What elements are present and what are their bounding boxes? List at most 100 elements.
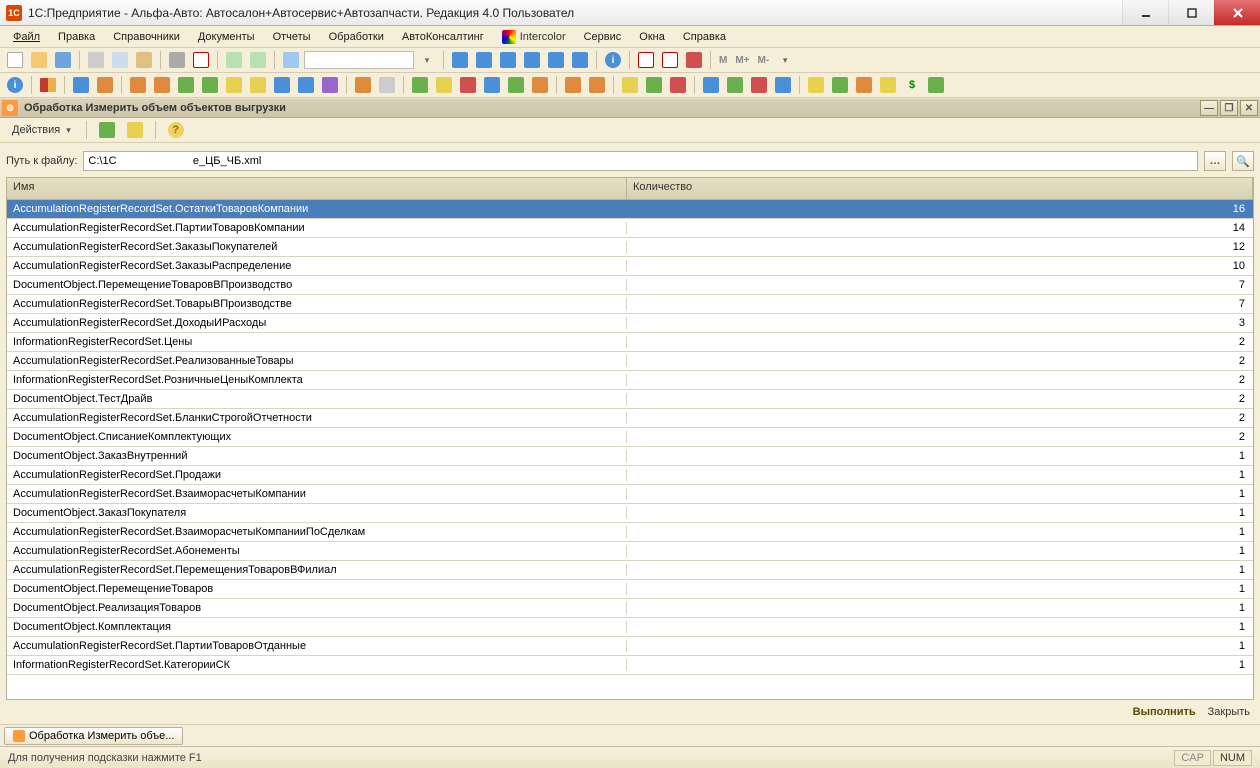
tb2-f4[interactable]	[877, 75, 899, 95]
col-name[interactable]: Имя	[7, 178, 627, 199]
menu-windows[interactable]: Окна	[630, 28, 674, 46]
table-row[interactable]: InformationRegisterRecordSet.КатегорииСК…	[7, 656, 1253, 675]
table-row[interactable]: InformationRegisterRecordSet.Цены2	[7, 333, 1253, 352]
table-row[interactable]: InformationRegisterRecordSet.РозничныеЦе…	[7, 371, 1253, 390]
tb2-book[interactable]	[37, 75, 59, 95]
table-row[interactable]: AccumulationRegisterRecordSet.Реализован…	[7, 352, 1253, 371]
tb-cal3[interactable]	[683, 50, 705, 70]
tb-find[interactable]	[280, 50, 302, 70]
tb2-a4[interactable]	[199, 75, 221, 95]
tb-cut[interactable]	[85, 50, 107, 70]
menu-help[interactable]: Справка	[674, 28, 735, 46]
sub-restore[interactable]: ❐	[1220, 100, 1238, 116]
menu-file[interactable]: Файл	[4, 28, 49, 46]
tb2-b6[interactable]	[529, 75, 551, 95]
table-row[interactable]: AccumulationRegisterRecordSet.Взаиморасч…	[7, 523, 1253, 542]
tb2-u1[interactable]	[70, 75, 92, 95]
table-row[interactable]: AccumulationRegisterRecordSet.ЗаказыРасп…	[7, 257, 1253, 276]
tb-cal2[interactable]	[659, 50, 681, 70]
actions-menu[interactable]: Действия	[6, 122, 77, 138]
table-row[interactable]: AccumulationRegisterRecordSet.ТоварыВПро…	[7, 295, 1253, 314]
table-row[interactable]: AccumulationRegisterRecordSet.Взаиморасч…	[7, 485, 1253, 504]
act-help[interactable]: ?	[165, 120, 187, 140]
tb-undo[interactable]	[223, 50, 245, 70]
task-tab[interactable]: Обработка Измерить объе...	[4, 727, 183, 745]
act-b1[interactable]	[96, 120, 118, 140]
tb2-e3[interactable]	[748, 75, 770, 95]
tb-dd2[interactable]: ▾	[774, 50, 796, 70]
menu-intercolor[interactable]: Intercolor	[493, 27, 575, 47]
close-button[interactable]	[1214, 0, 1260, 25]
tb2-a5[interactable]	[223, 75, 245, 95]
table-row[interactable]: DocumentObject.ЗаказВнутренний1	[7, 447, 1253, 466]
tb-g4[interactable]	[521, 50, 543, 70]
table-row[interactable]: AccumulationRegisterRecordSet.ЗаказыПоку…	[7, 238, 1253, 257]
tb2-a6[interactable]	[247, 75, 269, 95]
table-row[interactable]: DocumentObject.СписаниеКомплектующих2	[7, 428, 1253, 447]
tb2-c2[interactable]	[586, 75, 608, 95]
tb2-c1[interactable]	[562, 75, 584, 95]
tb2-a2[interactable]	[151, 75, 173, 95]
tb2-e1[interactable]	[700, 75, 722, 95]
tb2-a1[interactable]	[127, 75, 149, 95]
tb2-f3[interactable]	[853, 75, 875, 95]
tb-new[interactable]	[4, 50, 26, 70]
tb-copy[interactable]	[109, 50, 131, 70]
table-row[interactable]: AccumulationRegisterRecordSet.Абонементы…	[7, 542, 1253, 561]
tb2-f2[interactable]	[829, 75, 851, 95]
tb2-e4[interactable]	[772, 75, 794, 95]
tb2-b4[interactable]	[481, 75, 503, 95]
menu-autoconsulting[interactable]: АвтоКонсалтинг	[393, 28, 493, 46]
table-row[interactable]: DocumentObject.ТестДрайв2	[7, 390, 1253, 409]
tb2-f6[interactable]	[925, 75, 947, 95]
tb-g3[interactable]	[497, 50, 519, 70]
tb-m[interactable]: M	[716, 55, 730, 66]
close-form-button[interactable]: Закрыть	[1208, 706, 1250, 718]
tb-g2[interactable]	[473, 50, 495, 70]
tb2-t2[interactable]	[376, 75, 398, 95]
sub-minimize[interactable]: —	[1200, 100, 1218, 116]
tb-g6[interactable]	[569, 50, 591, 70]
tb2-a9[interactable]	[319, 75, 341, 95]
minimize-button[interactable]	[1122, 0, 1168, 25]
tb2-e2[interactable]	[724, 75, 746, 95]
menu-edit[interactable]: Правка	[49, 28, 104, 46]
tb-open[interactable]	[28, 50, 50, 70]
act-b2[interactable]	[124, 120, 146, 140]
menu-service[interactable]: Сервис	[575, 28, 631, 46]
table-row[interactable]: DocumentObject.ЗаказПокупателя1	[7, 504, 1253, 523]
tb2-d1[interactable]	[619, 75, 641, 95]
col-qty[interactable]: Количество	[627, 178, 1253, 199]
menu-documents[interactable]: Документы	[189, 28, 264, 46]
table-row[interactable]: AccumulationRegisterRecordSet.БланкиСтро…	[7, 409, 1253, 428]
table-row[interactable]: DocumentObject.Комплектация1	[7, 618, 1253, 637]
menu-reports[interactable]: Отчеты	[264, 28, 320, 46]
table-row[interactable]: DocumentObject.РеализацияТоваров1	[7, 599, 1253, 618]
tb-save[interactable]	[52, 50, 74, 70]
tb2-b3[interactable]	[457, 75, 479, 95]
tb2-b1[interactable]	[409, 75, 431, 95]
tb-cal1[interactable]	[635, 50, 657, 70]
tb-paste[interactable]	[133, 50, 155, 70]
tb-g5[interactable]	[545, 50, 567, 70]
sub-close[interactable]: ✕	[1240, 100, 1258, 116]
tb2-f1[interactable]	[805, 75, 827, 95]
tb2-info[interactable]: i	[4, 75, 26, 95]
tb-print[interactable]	[166, 50, 188, 70]
table-row[interactable]: DocumentObject.ПеремещениеТоваровВПроизв…	[7, 276, 1253, 295]
tb-mplus[interactable]: M+	[732, 55, 752, 66]
tb2-u2[interactable]	[94, 75, 116, 95]
path-input[interactable]	[83, 151, 1198, 171]
tb2-a3[interactable]	[175, 75, 197, 95]
menu-processing[interactable]: Обработки	[320, 28, 393, 46]
tb2-f5[interactable]: $	[901, 75, 923, 95]
table-row[interactable]: AccumulationRegisterRecordSet.Продажи1	[7, 466, 1253, 485]
tb-g1[interactable]	[449, 50, 471, 70]
path-browse[interactable]: …	[1204, 151, 1226, 171]
table-row[interactable]: AccumulationRegisterRecordSet.Перемещени…	[7, 561, 1253, 580]
menu-catalogs[interactable]: Справочники	[104, 28, 189, 46]
path-search[interactable]: 🔍	[1232, 151, 1254, 171]
table-row[interactable]: AccumulationRegisterRecordSet.ПартииТова…	[7, 219, 1253, 238]
tb-mminus[interactable]: M-	[755, 55, 773, 66]
table-row[interactable]: AccumulationRegisterRecordSet.ОстаткиТов…	[7, 200, 1253, 219]
